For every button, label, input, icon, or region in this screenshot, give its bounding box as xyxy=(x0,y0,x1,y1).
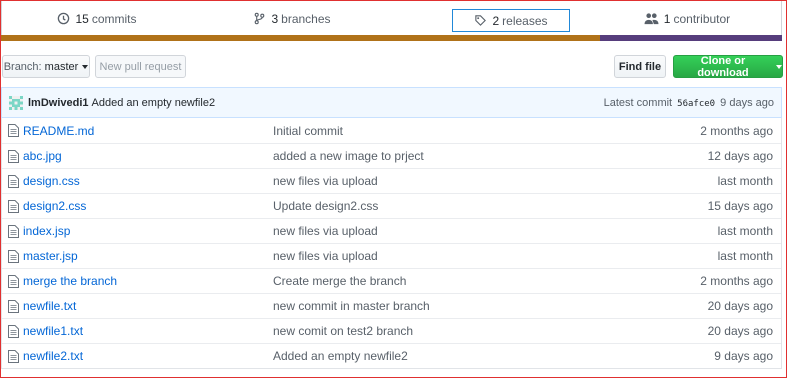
file-icon xyxy=(8,175,19,188)
file-age: last month xyxy=(717,249,773,263)
file-name-link[interactable]: merge the branch xyxy=(23,274,117,288)
file-name-link[interactable]: README.md xyxy=(23,124,94,138)
commits-count: 15 xyxy=(75,11,89,26)
branch-label: Branch: xyxy=(3,60,42,73)
language-segment-primary[interactable] xyxy=(1,35,600,41)
branches-label: branches xyxy=(281,11,331,26)
clone-label: Clone or download xyxy=(697,54,749,79)
file-age: last month xyxy=(717,224,773,238)
file-icon xyxy=(8,150,19,163)
file-age: 20 days ago xyxy=(707,299,773,313)
contributors-link[interactable]: 1 contributor xyxy=(592,1,782,36)
file-icon xyxy=(8,225,19,238)
latest-commit-prefix: Latest commit xyxy=(603,96,673,109)
latest-commit-bar: lmDwivedi1 Added an empty newfile2 Lates… xyxy=(1,87,782,118)
file-row: abc.jpg added a new image to prject 12 day… xyxy=(2,143,781,168)
file-row: design2.css Update design2.css 15 days ago xyxy=(2,193,781,218)
commits-label: commits xyxy=(91,11,137,26)
commit-author-link[interactable]: lmDwivedi1 xyxy=(28,97,89,109)
file-commit-message-link[interactable]: new files via upload xyxy=(273,249,378,263)
language-bar[interactable] xyxy=(1,35,782,41)
file-row: newfile2.txt Added an empty newfile2 9 day… xyxy=(2,343,781,368)
latest-commit-info: Latest commit 56afce0 9 days ago xyxy=(604,97,774,109)
file-row: README.md Initial commit 2 months ago xyxy=(2,118,781,143)
branch-select-button[interactable]: Branch: master xyxy=(2,55,90,78)
file-age: last month xyxy=(717,174,773,188)
branches-link[interactable]: 3 branches xyxy=(192,1,392,36)
file-name-link[interactable]: newfile2.txt xyxy=(23,349,83,363)
file-icon xyxy=(8,325,19,338)
contributors-count: 1 xyxy=(663,11,671,26)
file-row: design.css new files via upload last month xyxy=(2,168,781,193)
releases-label: releases xyxy=(502,13,548,28)
find-file-button[interactable]: Find file xyxy=(614,55,666,78)
file-name-link[interactable]: master.jsp xyxy=(23,249,78,263)
file-icon xyxy=(8,200,19,213)
file-commit-message-link[interactable]: new files via upload xyxy=(273,224,378,238)
git-branch-icon xyxy=(255,12,265,25)
commit-sha-link[interactable]: 56afce0 xyxy=(677,99,715,109)
file-commit-message-link[interactable]: new comit on test2 branch xyxy=(273,324,413,338)
releases-link[interactable]: 2 releases xyxy=(452,9,570,32)
commits-link[interactable]: 15 commits xyxy=(2,1,192,36)
releases-count: 2 xyxy=(492,13,500,28)
file-commit-message-link[interactable]: Initial commit xyxy=(273,124,343,138)
file-age: 12 days ago xyxy=(707,149,773,163)
branches-count: 3 xyxy=(271,11,279,26)
file-age: 9 days ago xyxy=(714,349,773,363)
people-icon xyxy=(644,13,659,25)
file-age: 15 days ago xyxy=(707,199,773,213)
file-list: README.md Initial commit 2 months ago abc.j… xyxy=(1,118,782,369)
file-commit-message-link[interactable]: new commit in master branch xyxy=(273,299,430,313)
file-name-link[interactable]: newfile1.txt xyxy=(23,324,83,338)
caret-down-icon xyxy=(776,64,782,69)
file-name-link[interactable]: index.jsp xyxy=(23,224,70,238)
file-age: 2 months ago xyxy=(700,274,773,288)
history-icon xyxy=(58,12,70,25)
file-name-link[interactable]: design.css xyxy=(23,174,80,188)
file-age: 20 days ago xyxy=(707,324,773,338)
file-name-link[interactable]: newfile.txt xyxy=(23,299,76,313)
language-segment-secondary[interactable] xyxy=(600,35,782,41)
avatar[interactable] xyxy=(9,95,23,110)
clone-download-button[interactable]: Clone or download xyxy=(673,54,783,79)
file-row: merge the branch Create merge the branch 2… xyxy=(2,268,781,293)
file-age: 2 months ago xyxy=(700,123,773,138)
commit-message-link[interactable]: Added an empty newfile2 xyxy=(92,97,216,109)
file-row: newfile.txt new commit in master branch 20… xyxy=(2,293,781,318)
file-icon xyxy=(8,300,19,313)
file-icon xyxy=(8,124,19,137)
file-commit-message-link[interactable]: Create merge the branch xyxy=(273,274,406,288)
file-row: index.jsp new files via upload last month xyxy=(2,218,781,243)
caret-down-icon xyxy=(82,64,89,69)
repo-stats-bar: 15 commits 3 branches 2 releases 1 contr… xyxy=(1,1,782,36)
file-row: newfile1.txt new comit on test2 branch 20 … xyxy=(2,318,781,343)
new-pull-request-button[interactable]: New pull request xyxy=(95,55,186,78)
file-commit-message-link[interactable]: Update design2.css xyxy=(273,199,378,213)
tag-icon xyxy=(475,15,487,26)
file-commit-message-link[interactable]: new files via upload xyxy=(273,174,378,188)
file-row: master.jsp new files via upload last month xyxy=(2,243,781,268)
file-icon xyxy=(8,275,19,288)
latest-commit-age: 9 days ago xyxy=(720,96,774,109)
file-name-link[interactable]: abc.jpg xyxy=(23,149,62,163)
file-commit-message-link[interactable]: added a new image to prject xyxy=(273,149,424,163)
branch-name: master xyxy=(44,60,79,73)
contributors-label: contributor xyxy=(673,11,731,26)
file-icon xyxy=(8,250,19,263)
file-icon xyxy=(8,350,19,363)
file-commit-message-link[interactable]: Added an empty newfile2 xyxy=(273,349,408,363)
file-name-link[interactable]: design2.css xyxy=(23,199,86,213)
